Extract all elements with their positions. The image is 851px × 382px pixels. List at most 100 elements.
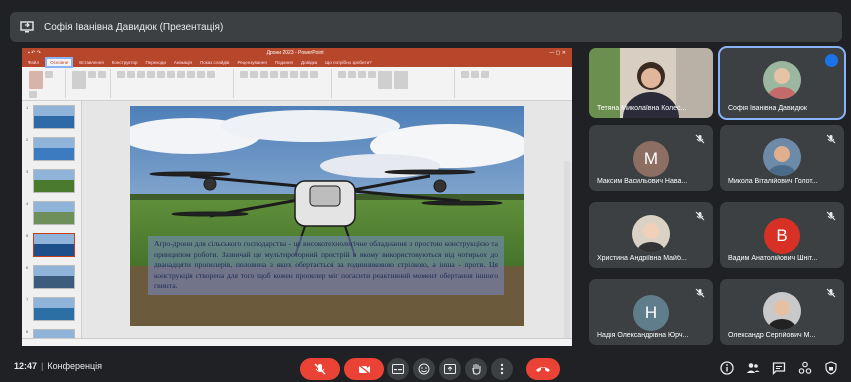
present-button[interactable] <box>439 358 461 380</box>
leave-call-icon <box>536 367 550 372</box>
slide-number: 4 <box>26 201 29 206</box>
more-options-button[interactable] <box>491 358 513 380</box>
powerpoint-window-title: Дрони 2023 - PowerPoint <box>266 50 324 56</box>
presentation-icon <box>20 21 34 33</box>
slide-thumbnail-image <box>33 233 75 257</box>
meet-window: Софія Іванівна Давидюк (Презентація) ▪ ↶… <box>0 0 851 382</box>
participant-tile[interactable]: Тетяна Миколаївна Колес... <box>589 48 713 118</box>
ribbon-tab[interactable]: Вставлення <box>79 60 104 65</box>
more-icon <box>500 363 504 375</box>
slide-thumbnail[interactable]: 2 <box>26 137 78 161</box>
participant-name: Христина Андріївна Майб... <box>597 255 687 262</box>
slide-thumbnail[interactable]: 5 <box>26 233 78 257</box>
participant-name: Тетяна Миколаївна Колес... <box>597 105 687 112</box>
mic-off-icon <box>826 131 836 144</box>
host-controls-icon[interactable] <box>824 361 838 375</box>
powerpoint-titlebar: ▪ ↶ ↷ Дрони 2023 - PowerPoint — ▢ ✕ <box>22 48 572 58</box>
info-icon[interactable] <box>720 361 734 375</box>
mic-off-icon <box>314 363 326 375</box>
activities-icon[interactable] <box>798 361 812 375</box>
slide-thumbnail[interactable]: 1 <box>26 105 78 129</box>
emoji-button[interactable] <box>413 358 435 380</box>
ribbon-tab[interactable]: Що потрібно зробити? <box>325 60 371 65</box>
chat-icon[interactable] <box>772 361 786 375</box>
ribbon-tab[interactable]: Файл <box>28 60 39 65</box>
call-controls-bar: 12:47 | Конференція <box>0 350 851 382</box>
ribbon-tab[interactable]: Подання <box>275 60 293 65</box>
slide-thumbnails: 1 2 3 4 5 6 7 8 <box>22 101 82 346</box>
slide-caption-text: Агро-дрони для сільського господарства -… <box>148 236 504 295</box>
slide-thumbnail[interactable]: 6 <box>26 265 78 289</box>
mic-off-icon <box>695 131 705 144</box>
ribbon <box>22 67 572 101</box>
ribbon-tabs: Файл Основне Вставлення Конструктор Переходи… <box>22 57 572 68</box>
ribbon-tab[interactable]: Переходи <box>145 60 165 65</box>
meeting-name: Конференція <box>47 361 103 371</box>
slide-number: 1 <box>26 105 29 110</box>
slide-thumbnail-image <box>33 265 75 289</box>
mic-off-icon <box>695 285 705 298</box>
presentation-header: Софія Іванівна Давидюк (Презентація) <box>10 12 842 42</box>
participant-tile[interactable]: Олександр Сергійович М... <box>720 279 844 345</box>
participant-initial-avatar: М <box>633 141 669 177</box>
present-icon <box>444 364 456 374</box>
ribbon-tab[interactable]: Показ слайдів <box>200 60 229 65</box>
mic-off-icon <box>826 208 836 221</box>
participant-name: Микола Віталійович Голот... <box>728 178 818 185</box>
participant-tile[interactable]: Софія Іванівна Давидюк <box>718 46 846 120</box>
captions-icon <box>392 364 404 374</box>
participant-name: Максим Васильович Нава... <box>597 178 688 185</box>
participant-tile[interactable]: Христина Андріївна Майб... <box>589 202 713 268</box>
presenter-title: Софія Іванівна Давидюк (Презентація) <box>44 21 224 33</box>
participant-avatar <box>763 61 801 99</box>
captions-button[interactable] <box>387 358 409 380</box>
powerpoint-statusbar <box>22 338 572 346</box>
slide-thumbnail[interactable]: 3 <box>26 169 78 193</box>
slide-number: 8 <box>26 329 29 334</box>
slide-thumbnail-image <box>33 137 75 161</box>
camera-toggle-button[interactable] <box>344 358 384 380</box>
leave-call-button[interactable] <box>526 358 560 380</box>
ribbon-tab[interactable]: Рецензування <box>237 60 266 65</box>
raise-hand-button[interactable] <box>465 358 487 380</box>
participant-avatar <box>632 215 670 253</box>
ribbon-tab[interactable]: Довідка <box>301 60 317 65</box>
slide-number: 5 <box>26 233 29 238</box>
participant-initial-avatar: В <box>764 218 800 254</box>
participant-avatar <box>763 138 801 176</box>
window-controls[interactable]: — ▢ ✕ <box>549 50 566 56</box>
slide-thumbnail-image <box>33 169 75 193</box>
participant-initial-avatar: Н <box>633 295 669 331</box>
quick-access-toolbar: ▪ ↶ ↷ <box>28 50 41 56</box>
slide-thumbnail-image <box>33 201 75 225</box>
slide-thumbnail[interactable]: 7 <box>26 297 78 321</box>
slide-thumbnail[interactable]: 4 <box>26 201 78 225</box>
participant-tile[interactable]: М Максим Васильович Нава... <box>589 125 713 191</box>
slide-number: 7 <box>26 297 29 302</box>
people-icon[interactable] <box>746 361 760 375</box>
camera-off-icon <box>358 363 370 375</box>
mic-off-icon <box>826 285 836 298</box>
participant-tile[interactable]: Микола Віталійович Голот... <box>720 125 844 191</box>
clock: 12:47 <box>14 361 38 371</box>
participant-tile[interactable]: Н Надія Олександрівна Юрч... <box>589 279 713 345</box>
raise-hand-icon <box>471 364 481 375</box>
mic-toggle-button[interactable] <box>300 358 340 380</box>
participant-name: Олександр Сергійович М... <box>728 332 816 339</box>
slide-thumbnail-image <box>33 105 75 129</box>
vertical-scrollbar[interactable] <box>564 161 570 341</box>
ribbon-tab[interactable]: Анімація <box>174 60 192 65</box>
slide-number: 2 <box>26 137 29 142</box>
slide-number: 3 <box>26 169 29 174</box>
emoji-icon <box>418 363 430 375</box>
shared-screen[interactable]: ▪ ↶ ↷ Дрони 2023 - PowerPoint — ▢ ✕ Файл… <box>22 48 572 346</box>
ribbon-tab[interactable]: Конструктор <box>112 60 138 65</box>
slide-number: 6 <box>26 265 29 270</box>
participant-tile[interactable]: В Вадим Анатолійович Шніт... <box>720 202 844 268</box>
ribbon-tab[interactable]: Основне <box>45 57 74 68</box>
participant-name: Вадим Анатолійович Шніт... <box>728 255 818 262</box>
meeting-info: 12:47 | Конференція <box>14 361 103 371</box>
participant-name: Софія Іванівна Давидюк <box>728 105 807 112</box>
mic-off-icon <box>695 208 705 221</box>
speaking-indicator <box>825 54 838 67</box>
